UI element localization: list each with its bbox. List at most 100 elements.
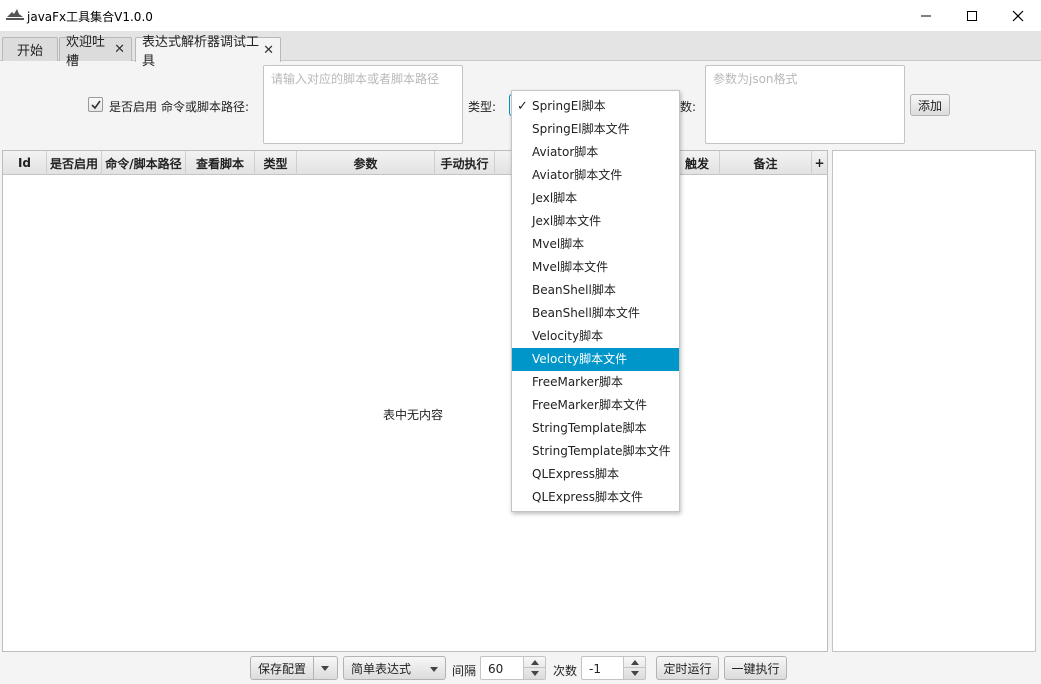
close-window-button[interactable]: [995, 0, 1041, 31]
dropdown-item-label: Aviator脚本文件: [532, 168, 623, 182]
chevron-down-icon: [430, 661, 445, 675]
expression-mode-value: 简单表达式: [351, 661, 412, 676]
tab-start[interactable]: 开始: [2, 37, 58, 61]
close-icon: [1012, 10, 1024, 21]
checkmark-icon: ✓: [517, 99, 528, 114]
dropdown-item-label: FreeMarker脚本文件: [532, 398, 647, 412]
dropdown-item[interactable]: Mvel脚本文件: [512, 256, 679, 279]
dropdown-item[interactable]: Mvel脚本: [512, 233, 679, 256]
dropdown-item-label: Mvel脚本文件: [532, 260, 609, 274]
tab-label: 表达式解析器调试工具: [142, 35, 260, 69]
script-path-textarea[interactable]: 请输入对应的脚本或者脚本路径: [263, 65, 463, 144]
dropdown-item-label: Jexl脚本文件: [532, 214, 602, 228]
window-titlebar: javaFx工具集合V1.0.0: [0, 0, 1041, 31]
side-output-panel[interactable]: [832, 150, 1036, 652]
enabled-checkbox[interactable]: [88, 97, 103, 112]
script-path-placeholder: 请输入对应的脚本或者脚本路径: [271, 72, 440, 86]
column-header-params[interactable]: 参数: [297, 151, 435, 175]
column-header-id[interactable]: Id: [3, 151, 47, 175]
column-header-label: 是否启用: [49, 156, 98, 171]
column-header-label: 类型: [263, 156, 288, 171]
dropdown-item-label: SpringEl脚本文件: [532, 122, 630, 136]
dropdown-item[interactable]: StringTemplate脚本: [512, 417, 679, 440]
spinner-up-icon[interactable]: [624, 657, 645, 668]
column-header-label: Id: [17, 156, 32, 170]
tab-feedback[interactable]: 欢迎吐槽 ✕: [59, 35, 132, 69]
dropdown-item[interactable]: BeanShell脚本文件: [512, 302, 679, 325]
interval-spinner[interactable]: 60: [480, 656, 546, 680]
spinner-arrows[interactable]: [623, 657, 645, 679]
column-header-manual-run[interactable]: 手动执行: [435, 151, 495, 175]
column-header-label: 触发: [684, 156, 709, 171]
column-header-view-script[interactable]: 查看脚本: [186, 151, 255, 175]
dropdown-item[interactable]: Velocity脚本: [512, 325, 679, 348]
dropdown-item[interactable]: FreeMarker脚本文件: [512, 394, 679, 417]
dropdown-item-label: Aviator脚本: [532, 145, 599, 159]
column-header-label: 备注: [753, 156, 778, 171]
dropdown-item[interactable]: BeanShell脚本: [512, 279, 679, 302]
dropdown-item-label: FreeMarker脚本: [532, 375, 623, 389]
column-header-remark[interactable]: 备注: [720, 151, 812, 175]
column-header-path[interactable]: 命令/脚本路径: [102, 151, 186, 175]
params-textarea[interactable]: 参数为json格式: [705, 65, 905, 144]
maximize-button[interactable]: [949, 0, 995, 31]
expression-mode-select[interactable]: 简单表达式: [343, 656, 446, 680]
dropdown-item[interactable]: Jexl脚本: [512, 187, 679, 210]
column-header-label: 查看脚本: [195, 156, 244, 171]
maximize-icon: [967, 10, 977, 21]
dropdown-item[interactable]: Aviator脚本文件: [512, 164, 679, 187]
checkmark-icon: [91, 100, 101, 110]
dropdown-item-label: BeanShell脚本: [532, 283, 616, 297]
run-all-button[interactable]: 一键执行: [724, 656, 787, 680]
dropdown-item[interactable]: Aviator脚本: [512, 141, 679, 164]
tab-label: 欢迎吐槽: [66, 34, 106, 69]
dropdown-item[interactable]: QLExpress脚本文件: [512, 486, 679, 509]
count-label: 次数: [553, 664, 578, 678]
add-button-label: 添加: [917, 98, 942, 113]
script-table[interactable]: Id 是否启用 命令/脚本路径 查看脚本 类型 参数 手动执行 触发 备注 +: [2, 150, 828, 652]
column-header-label: 命令/脚本路径: [105, 156, 182, 171]
dropdown-item-label: QLExpress脚本文件: [532, 490, 643, 504]
dropdown-item[interactable]: ✓ SpringEl脚本: [512, 95, 679, 118]
dropdown-item-highlighted[interactable]: Velocity脚本文件: [512, 348, 679, 371]
save-config-button[interactable]: 保存配置: [251, 657, 315, 679]
spinner-arrows[interactable]: [523, 657, 545, 679]
minimize-button[interactable]: [903, 0, 949, 31]
type-label: 类型:: [468, 100, 497, 114]
column-header-label: 参数: [353, 156, 378, 171]
dropdown-item[interactable]: SpringEl脚本文件: [512, 118, 679, 141]
params-placeholder: 参数为json格式: [713, 72, 798, 86]
save-config-split-button[interactable]: 保存配置: [250, 656, 338, 680]
dropdown-item[interactable]: Jexl脚本文件: [512, 210, 679, 233]
close-tab-icon[interactable]: ✕: [263, 43, 274, 58]
dropdown-item-label: QLExpress脚本: [532, 467, 619, 481]
path-label: 命令或脚本路径:: [161, 100, 250, 114]
dropdown-item-label: SpringEl脚本: [532, 99, 606, 113]
spinner-down-icon[interactable]: [524, 668, 545, 679]
dropdown-item-label: Velocity脚本: [532, 329, 604, 343]
chevron-down-icon[interactable]: [314, 657, 336, 679]
count-spinner[interactable]: -1: [581, 656, 646, 680]
count-value: -1: [589, 662, 601, 676]
dropdown-item-label: BeanShell脚本文件: [532, 306, 640, 320]
add-button[interactable]: 添加: [910, 94, 950, 116]
spinner-down-icon[interactable]: [624, 668, 645, 679]
scheduled-run-button[interactable]: 定时运行: [656, 656, 719, 680]
java-cup-icon: [6, 8, 24, 22]
close-tab-icon[interactable]: ✕: [114, 42, 125, 57]
tab-expression-parser[interactable]: 表达式解析器调试工具 ✕: [135, 35, 281, 69]
dropdown-item-label: StringTemplate脚本: [532, 421, 647, 435]
column-menu-button[interactable]: +: [812, 151, 827, 175]
column-header-type[interactable]: 类型: [255, 151, 297, 175]
enabled-label: 是否启用: [109, 100, 158, 114]
table-header: Id 是否启用 命令/脚本路径 查看脚本 类型 参数 手动执行 触发 备注 +: [3, 151, 827, 175]
dropdown-item[interactable]: QLExpress脚本: [512, 463, 679, 486]
spinner-up-icon[interactable]: [524, 657, 545, 668]
type-dropdown-list[interactable]: ✓ SpringEl脚本 SpringEl脚本文件 Aviator脚本 Aviat…: [511, 90, 680, 512]
dropdown-item[interactable]: FreeMarker脚本: [512, 371, 679, 394]
column-header-enabled[interactable]: 是否启用: [47, 151, 102, 175]
interval-label: 间隔: [452, 664, 477, 678]
dropdown-item-label: Velocity脚本文件: [532, 352, 628, 366]
table-empty-message: 表中无内容: [383, 408, 444, 422]
dropdown-item[interactable]: StringTemplate脚本文件: [512, 440, 679, 463]
